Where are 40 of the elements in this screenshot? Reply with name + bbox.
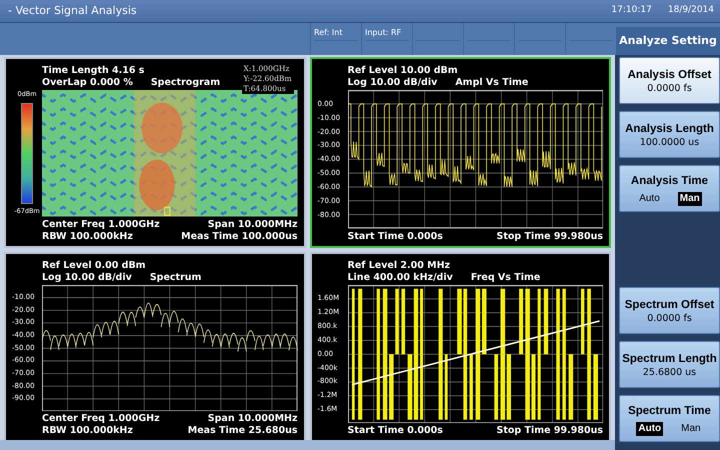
- toggle-option: Man: [678, 192, 702, 206]
- chart-label: Center Freq 1.000GHz: [42, 218, 160, 230]
- softkey-button[interactable]: Analysis Offset 0.0000 fs: [619, 57, 720, 104]
- softkey-button[interactable]: Spectrum Time Auto Man: [619, 395, 720, 442]
- chart-title: Spectrogram: [150, 77, 220, 89]
- chart-label: Ref Level 2.00 MHz: [348, 260, 450, 272]
- chart-label: Start Time 0.000s: [348, 425, 443, 437]
- chart-title: Ampl Vs Time: [455, 77, 528, 89]
- softkey-button[interactable]: Analysis Length 100.0000 us: [619, 111, 720, 158]
- softkey-button[interactable]: Spectrum Length 25.6800 us: [619, 341, 720, 388]
- chart-label: RBW 100.000kHz: [42, 425, 133, 437]
- menu-title: Analyze Setting: [616, 27, 720, 55]
- chart-label: Span 10.000MHz: [208, 218, 298, 230]
- softkey-button[interactable]: Spectrum Offset 0.0000 fs: [619, 287, 720, 334]
- toggle-option: Man: [679, 422, 703, 436]
- chart-label: Span 10.000MHz: [208, 413, 298, 425]
- toggle-option: Auto: [636, 422, 664, 436]
- chart-label: Stop Time 99.980us: [496, 230, 603, 242]
- chart-label: Start Time 0.000s: [348, 230, 443, 242]
- chart-title: Spectrum: [150, 272, 202, 284]
- chart-label: Meas Time 100.000us: [181, 230, 298, 242]
- chart-label: Meas Time 25.680us: [188, 425, 298, 437]
- chart-label: Ref Level 10.00 dBm: [348, 65, 458, 77]
- chart-label: Log 10.00 dB/div: [42, 272, 132, 284]
- status-text: Input: RF: [365, 28, 402, 37]
- toggle-option: Auto: [637, 192, 662, 206]
- chart-label: Ref Level 0.00 dBm: [42, 260, 146, 272]
- chart-label: Stop Time 99.980us: [496, 425, 603, 437]
- window-title: - Vector Signal Analysis: [8, 2, 137, 19]
- chart-label: RBW 100.000kHz: [42, 230, 133, 242]
- chart-label: Line 400.00 kHz/div: [348, 272, 453, 284]
- chart-label: Log 10.00 dB/div: [348, 77, 438, 89]
- softkey-button[interactable]: Analysis Time Auto Man: [619, 165, 720, 212]
- chart-title: Freq Vs Time: [470, 272, 540, 284]
- status-text: Ref: Int: [314, 28, 342, 37]
- chart-label: Time Length 4.16 s: [42, 65, 144, 77]
- clock-time: 17:10:17: [611, 4, 652, 18]
- date-text: 18/9/2014: [668, 4, 714, 18]
- chart-label: OverLap 0.000 %: [42, 77, 133, 89]
- chart-label: Center Freq 1.000GHz: [42, 413, 160, 425]
